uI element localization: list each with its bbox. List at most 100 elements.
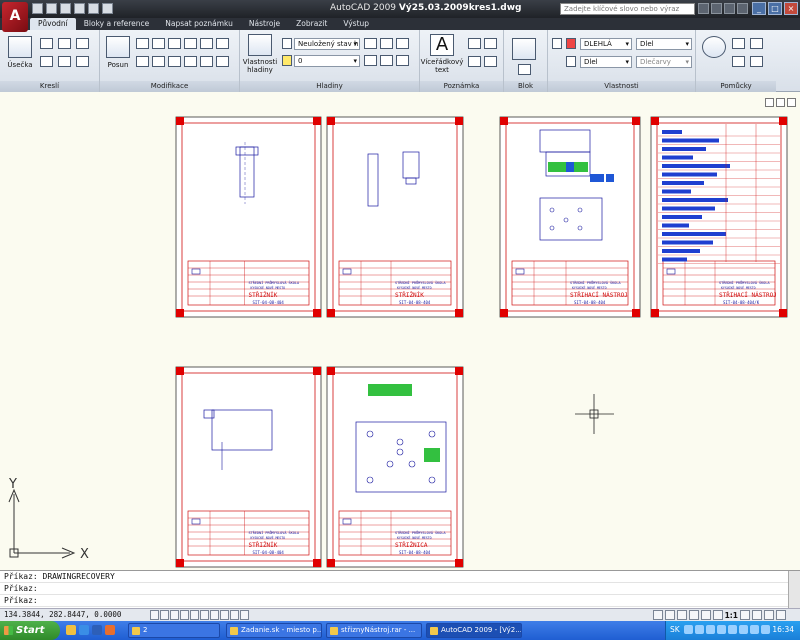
tab-nastroje[interactable]: Nástroje [241,18,288,30]
tab-puvodni[interactable]: Původní [30,18,76,30]
multileader-icon[interactable] [484,38,497,49]
search-input[interactable]: Zadejte klíčové slovo nebo výraz [560,3,695,15]
open-file-icon[interactable] [46,3,57,14]
annotation-scale[interactable]: 1:1 [725,611,738,620]
undo-icon[interactable] [88,3,99,14]
lwt-toggle[interactable] [230,610,239,620]
quick-launch-icon[interactable] [66,625,76,635]
clean-screen-icon[interactable] [776,610,786,620]
erase-icon[interactable] [136,56,149,67]
layout-icon[interactable] [664,610,675,620]
hatch-icon[interactable] [76,56,89,67]
annotation-visibility-icon[interactable] [740,610,750,620]
lineweight-select[interactable]: Dlel [636,38,692,50]
tray-icon[interactable] [706,625,715,634]
create-block-icon[interactable] [518,64,531,75]
print-icon[interactable] [74,3,85,14]
tab-vystup[interactable]: Výstup [335,18,377,30]
layer-state-select[interactable]: Neuložený stav h [294,38,360,50]
polygon-icon[interactable] [58,38,71,49]
scale-icon[interactable] [184,56,197,67]
steering-wheel-icon[interactable] [700,610,711,620]
model-icon[interactable] [652,610,663,620]
mirror-icon[interactable] [184,38,197,49]
communication-center-icon[interactable] [711,3,722,14]
snap-toggle[interactable] [150,610,159,620]
lock-icon[interactable] [764,610,774,620]
select-all-icon[interactable] [732,56,745,67]
drawing-area[interactable]: Y X STŘEDNÍ PRŮMYSLOVÁ ŠKOLA KYSUCKÉ NOVÉ… [0,92,800,570]
tab-bloky[interactable]: Bloky a reference [76,18,158,30]
application-menu-button[interactable]: A [2,2,28,32]
tray-icon[interactable] [739,625,748,634]
pan-icon[interactable] [676,610,687,620]
drawing-sheet[interactable]: STŘEDNÍ PRŮMYSLOVÁ ŠKOLAKYSUCKÉ NOVÉ MES… [499,116,641,318]
quick-launch-icon[interactable] [92,625,102,635]
layer-isolate-icon[interactable] [396,38,409,49]
command-window[interactable]: Příkaz: DRAWINGRECOVERY Příkaz: Příkaz: [0,570,800,609]
drawing-canvas[interactable]: Y X STŘEDNÍ PRŮMYSLOVÁ ŠKOLAKYSUCKÉ NOVÉ… [0,92,800,570]
copy-icon[interactable] [168,38,181,49]
viewport-restore-icon[interactable] [776,98,785,107]
otrack-toggle[interactable] [200,610,209,620]
tab-poznamka[interactable]: Napsat poznámku [157,18,241,30]
stretch-icon[interactable] [168,56,181,67]
quick-launch-icon[interactable] [79,625,89,635]
workspace-icon[interactable] [752,610,762,620]
offset-icon[interactable] [152,56,165,67]
polar-toggle[interactable] [180,610,189,620]
taskbar-button[interactable]: střiznyNástroj.rar - ... [326,623,422,638]
layer-select[interactable]: 0 [294,55,360,67]
tray-icon[interactable] [695,625,704,634]
dyn-toggle[interactable] [220,610,229,620]
ortho-toggle[interactable] [170,610,179,620]
zoom-icon[interactable] [702,36,726,58]
osnap-toggle[interactable] [190,610,199,620]
new-file-icon[interactable] [32,3,43,14]
layer-lock-icon[interactable] [396,55,409,66]
taskbar-button[interactable]: Zadanie.sk - miesto p... [226,623,322,638]
maximize-button[interactable]: □ [768,2,782,15]
command-input[interactable]: Příkaz: [0,595,800,607]
text-style-icon[interactable] [484,56,497,67]
circle-icon[interactable] [40,56,53,67]
mtext-icon[interactable]: A [430,34,454,56]
layer-freeze-icon[interactable] [380,55,393,66]
id-point-icon[interactable] [750,56,763,67]
drawing-sheet[interactable]: STŘEDNÍ PRŮMYSLOVÁ ŠKOLAKYSUCKÉ NOVÉ MES… [326,116,464,318]
array-icon[interactable] [216,38,229,49]
color-select[interactable]: DLEHLÁ [580,38,632,50]
save-icon[interactable] [60,3,71,14]
fillet-icon[interactable] [200,38,213,49]
zoom-status-icon[interactable] [688,610,699,620]
grid-toggle[interactable] [160,610,169,620]
rectangle-icon[interactable] [76,38,89,49]
tray-icon[interactable] [717,625,726,634]
taskbar-button[interactable]: 2 [128,623,220,638]
quick-launch-icon[interactable] [105,625,115,635]
insert-block-icon[interactable] [512,38,536,60]
layer-properties-icon[interactable] [248,34,272,56]
showmotion-icon[interactable] [712,610,723,620]
start-button[interactable]: Start [0,621,60,640]
line-icon[interactable] [8,36,32,58]
match-properties-icon[interactable] [552,38,562,49]
favorites-icon[interactable] [724,3,735,14]
redo-icon[interactable] [102,3,113,14]
tray-icon[interactable] [761,625,770,634]
drawing-sheet[interactable]: STŘEDNÍ PRŮMYSLOVÁ ŠKOLAKYSUCKÉ NOVÉ MES… [326,366,464,568]
drawing-sheet[interactable]: STŘEDNÍ PRŮMYSLOVÁ ŠKOLAKYSUCKÉ NOVÉ MES… [175,366,322,568]
ducs-toggle[interactable] [210,610,219,620]
language-indicator[interactable]: SK [670,625,680,634]
dimension-icon[interactable] [468,38,481,49]
minimize-button[interactable]: _ [752,2,766,15]
explode-icon[interactable] [200,56,213,67]
layer-match-icon[interactable] [364,38,377,49]
quick-calc-icon[interactable] [750,38,763,49]
table-icon[interactable] [468,56,481,67]
tab-zobrazit[interactable]: Zobrazit [288,18,335,30]
list-icon[interactable] [566,56,576,67]
plotstyle-select[interactable]: Dlečarvy [636,56,692,68]
polyline-icon[interactable] [40,38,53,49]
viewport-minimize-icon[interactable] [765,98,774,107]
